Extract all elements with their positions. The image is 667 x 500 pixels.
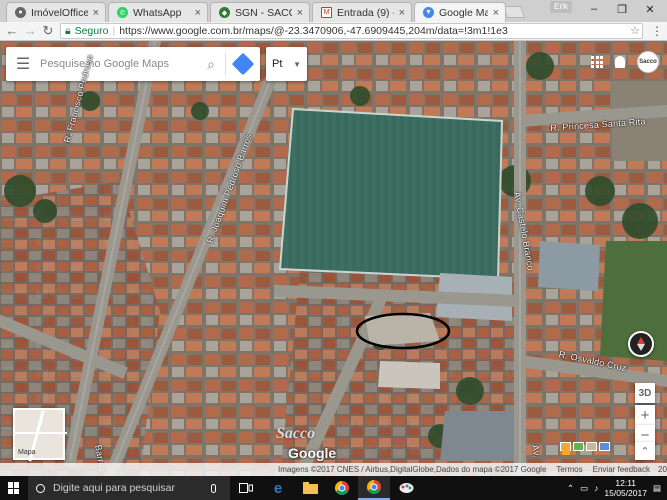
search-icon[interactable]: ⌕ (197, 56, 225, 73)
task-view-icon (239, 483, 253, 493)
language-selector[interactable]: Pt ▼ (266, 47, 307, 81)
maximize-button[interactable]: ❐ (608, 0, 636, 18)
taskbar-paint[interactable] (390, 476, 422, 500)
account-avatar[interactable]: Sacco (637, 51, 659, 73)
clock-date: 15/05/2017 (604, 488, 647, 498)
task-view-button[interactable] (230, 476, 262, 500)
system-tray: ⌃ ▭ ♪ 12:11 15/05/2017 ▤ (567, 478, 667, 498)
language-code: Pt (272, 58, 283, 70)
tab-title: SGN - SACCO IM (235, 6, 292, 19)
maps-search-box: ☰ ⌕ (6, 47, 260, 81)
notifications-center-icon[interactable]: ▤ (653, 483, 661, 494)
tray-overflow-icon[interactable]: ⌃ (567, 483, 574, 494)
expand-imagery-button[interactable]: ⌃ (635, 442, 655, 460)
pegman-icon[interactable] (562, 443, 570, 455)
taskbar-search[interactable] (28, 476, 230, 500)
address-bar[interactable]: 🔒︎ Seguro | https://www.google.com.br/ma… (60, 23, 643, 39)
forward-button[interactable]: → (22, 23, 38, 39)
tilt-3d-button[interactable]: 3D (635, 383, 655, 403)
close-tab-icon[interactable]: × (399, 7, 405, 19)
thumbnail[interactable] (599, 442, 610, 451)
taskbar-search-input[interactable] (53, 482, 203, 494)
minimize-button[interactable]: – (580, 0, 608, 18)
close-tab-icon[interactable]: × (195, 7, 201, 19)
compass-icon[interactable] (628, 331, 654, 357)
tab-strip: ● ImóvelOffice - A × ✆ WhatsApp × ◆ SGN … (0, 0, 667, 22)
whatsapp-icon: ✆ (117, 7, 128, 18)
back-button[interactable]: ← (4, 23, 20, 39)
start-button[interactable] (0, 476, 28, 500)
paint-icon (399, 483, 413, 493)
taskbar-explorer[interactable] (294, 476, 326, 500)
edge-icon: e (273, 479, 283, 497)
windows-taskbar: e ⌃ ▭ ♪ 12:11 15/05/2017 ▤ (0, 476, 667, 500)
street-label: Av. (530, 444, 543, 459)
microphone-icon[interactable] (211, 483, 216, 493)
map-type-toggle[interactable]: Mapa (13, 408, 67, 462)
clock-time: 12:11 (615, 478, 637, 488)
map-type-label: Mapa (18, 449, 36, 456)
browser-toolbar: ← → ↻ 🔒︎ Seguro | https://www.google.com… (0, 22, 667, 41)
taskbar-chrome-active[interactable] (358, 476, 390, 500)
satellite-imagery[interactable] (0, 41, 667, 476)
scale-label[interactable]: 20 m (658, 465, 667, 474)
attribution-bar: Imagens ©2017 CNES / Airbus,DigitalGlobe… (0, 463, 667, 476)
chrome-menu-icon[interactable]: ⋮ (651, 23, 663, 39)
windows-logo-icon (8, 482, 20, 494)
google-logo: Google (288, 445, 337, 461)
tab-title: ImóvelOffice - A (31, 6, 88, 19)
imagery-credit: Imagens ©2017 CNES / Airbus,DigitalGlobe… (278, 465, 547, 474)
apps-grid-icon[interactable] (591, 56, 603, 68)
feedback-link[interactable]: Enviar feedback (593, 465, 650, 474)
imoveloffice-icon: ● (15, 7, 26, 18)
new-tab-button[interactable] (502, 6, 526, 18)
menu-icon[interactable]: ☰ (6, 47, 40, 81)
dropdown-arrow-icon: ▼ (293, 59, 301, 69)
satellite-map[interactable]: ☰ ⌕ Pt ▼ Sacco R. Francisco Pedroso R. J… (0, 41, 667, 476)
tab-title: Entrada (9) - erik (337, 6, 394, 19)
close-tab-icon[interactable]: × (493, 7, 499, 19)
tab-whatsapp[interactable]: ✆ WhatsApp × (108, 2, 208, 22)
sacco-watermark: Sacco (276, 425, 316, 442)
bookmark-star-icon[interactable]: ☆ (630, 24, 640, 37)
omnibox-divider: | (112, 25, 116, 37)
minimap-road (15, 432, 67, 434)
cortana-icon (36, 483, 45, 493)
url-text[interactable]: https://www.google.com.br/maps/@-23.3470… (119, 25, 508, 37)
google-maps-icon: ▼ (423, 7, 434, 18)
profile-chip[interactable]: Erik (550, 1, 572, 13)
network-icon[interactable]: ▭ (580, 483, 588, 494)
taskbar-edge[interactable]: e (262, 476, 294, 500)
terms-link[interactable]: Termos (556, 465, 582, 474)
reload-button[interactable]: ↻ (40, 23, 56, 39)
account-area: Sacco (591, 51, 659, 73)
close-window-button[interactable]: ✕ (636, 0, 664, 18)
maps-search-input[interactable] (40, 58, 197, 70)
notifications-icon[interactable] (615, 56, 625, 68)
thumbnail[interactable] (586, 442, 597, 451)
clock[interactable]: 12:11 15/05/2017 (604, 478, 647, 498)
tab-title: Google Maps (439, 6, 488, 19)
volume-icon[interactable]: ♪ (594, 483, 598, 493)
thumbnail[interactable] (573, 442, 584, 451)
directions-icon[interactable] (226, 47, 260, 81)
zoom-in-button[interactable]: + (635, 405, 655, 425)
tab-gmail[interactable]: M Entrada (9) - erik × (312, 2, 412, 22)
tab-title: WhatsApp (133, 6, 182, 19)
chrome-icon (335, 481, 349, 495)
folder-icon (302, 482, 318, 494)
tab-sgn[interactable]: ◆ SGN - SACCO IM × (210, 2, 310, 22)
secure-label: Seguro (74, 25, 109, 37)
close-tab-icon[interactable]: × (297, 7, 303, 19)
lock-icon[interactable]: 🔒︎ (65, 25, 71, 38)
tab-google-maps[interactable]: ▼ Google Maps × (414, 2, 506, 22)
chrome-icon (367, 480, 381, 494)
tab-imoveloffice[interactable]: ● ImóvelOffice - A × (6, 2, 106, 22)
gmail-icon: M (321, 7, 332, 18)
sgn-icon: ◆ (219, 7, 230, 18)
close-tab-icon[interactable]: × (93, 7, 99, 19)
taskbar-chrome[interactable] (326, 476, 358, 500)
